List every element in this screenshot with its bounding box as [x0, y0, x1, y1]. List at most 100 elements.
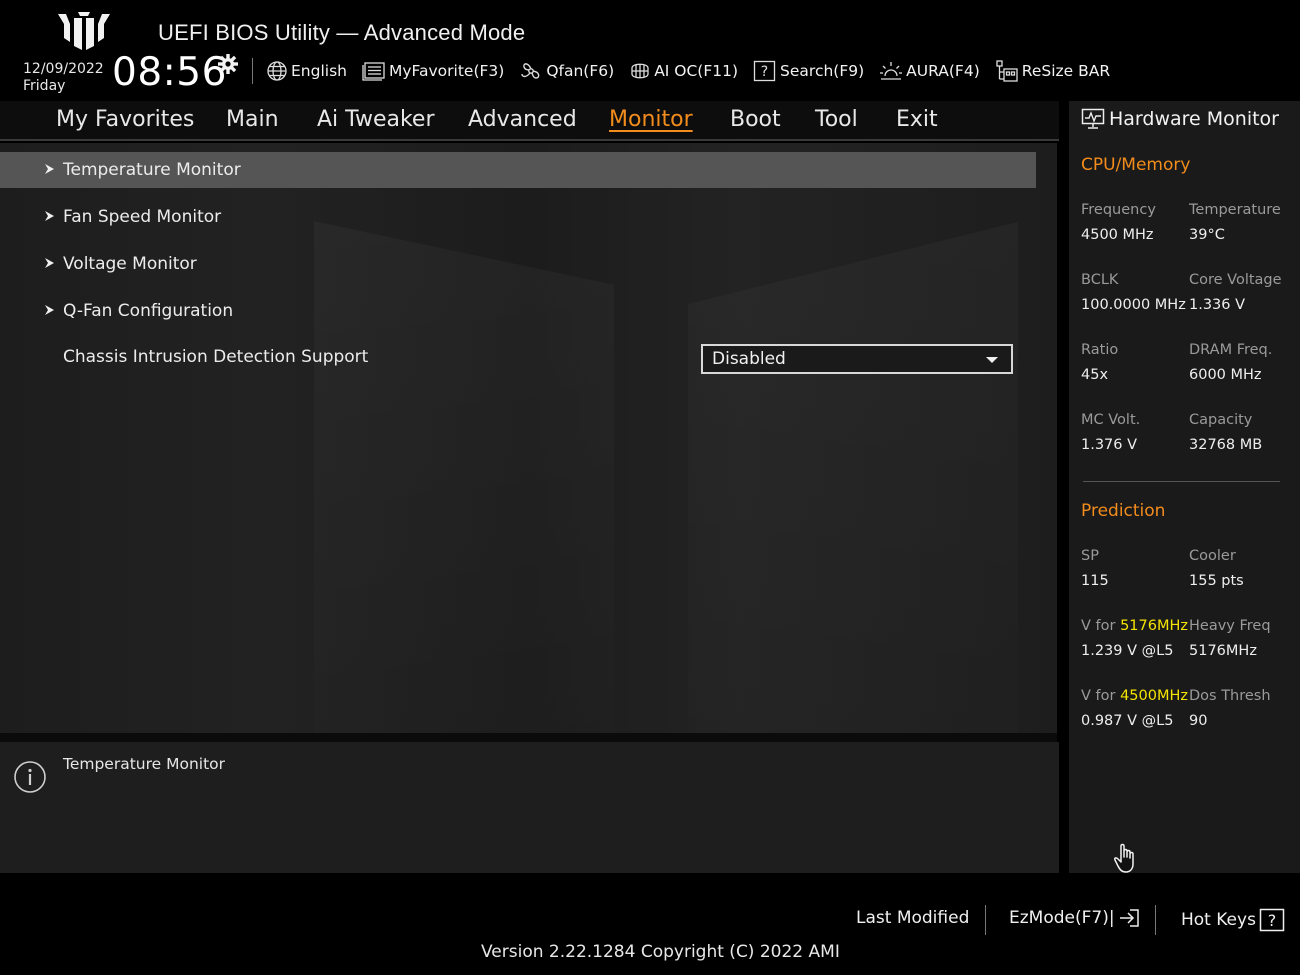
sp-value: 115: [1081, 573, 1109, 589]
menu-item-label: Voltage Monitor: [63, 254, 197, 274]
myfavorite-label: MyFavorite(F3): [388, 62, 505, 80]
favorite-list-icon: [362, 62, 385, 81]
mc-volt-label: MC Volt.: [1081, 412, 1141, 428]
language-button[interactable]: English: [266, 60, 347, 82]
menu-item-voltage-monitor[interactable]: Voltage Monitor: [0, 246, 1036, 282]
v-for-prefix: V for: [1081, 618, 1116, 634]
hot-keys-label: Hot Keys: [1181, 910, 1256, 930]
last-modified-button[interactable]: Last Modified: [856, 908, 969, 928]
date-display: 12/09/2022 Friday: [23, 61, 104, 95]
bclk-label: BCLK: [1081, 272, 1119, 288]
clock-time: 08:56: [112, 50, 227, 95]
help-divider: [0, 733, 1057, 742]
ai-oc-label: AI OC(F11): [654, 62, 739, 80]
svg-text:?: ?: [1268, 911, 1277, 930]
submenu-arrow-icon: [45, 211, 54, 221]
qfan-button[interactable]: Qfan(F6): [519, 59, 614, 83]
resize-bar-button[interactable]: ReSize BAR: [995, 59, 1110, 83]
dram-freq-value: 6000 MHz: [1189, 367, 1262, 383]
hot-keys-button[interactable]: Hot Keys ?: [1181, 908, 1285, 932]
dram-freq-label: DRAM Freq.: [1189, 342, 1273, 358]
svg-text:?: ?: [761, 64, 768, 80]
ratio-value: 45x: [1081, 367, 1109, 383]
v-for-prefix: V for: [1081, 688, 1116, 704]
prediction-heading: Prediction: [1081, 501, 1166, 521]
hand-pointer-cursor-icon: [1114, 843, 1134, 873]
tab-exit[interactable]: Exit: [896, 107, 938, 132]
clock-settings-gear-icon[interactable]: [217, 53, 239, 75]
submenu-arrow-icon: [45, 164, 54, 174]
monitor-screen-icon: [1081, 108, 1105, 129]
help-description: Temperature Monitor: [63, 755, 226, 773]
heavy-freq-label: Heavy Freq: [1189, 618, 1271, 634]
page-title: UEFI BIOS Utility — Advanced Mode: [158, 20, 526, 45]
top-toolbar: English MyFavorite(F3) Qfan(F6) AI OC(F1…: [266, 58, 1110, 84]
search-button[interactable]: ? Search(F9): [753, 60, 864, 82]
cooler-value: 155 pts: [1189, 573, 1244, 589]
cooler-label: Cooler: [1189, 548, 1236, 564]
main-tab-bar: My Favorites Main Ai Tweaker Advanced Mo…: [0, 101, 1059, 141]
myfavorite-button[interactable]: MyFavorite(F3): [362, 61, 504, 81]
v-for-2-value: 0.987 V @L5: [1081, 713, 1174, 729]
ratio-label: Ratio: [1081, 342, 1119, 358]
tab-ai-tweaker[interactable]: Ai Tweaker: [317, 107, 435, 132]
aura-icon: [880, 62, 903, 80]
resize-bar-icon: [996, 60, 1018, 82]
hardware-monitor-title-text: Hardware Monitor: [1109, 108, 1279, 130]
v-for-2-frequency: 4500MHz: [1120, 688, 1189, 704]
help-question-icon: ?: [1259, 908, 1285, 932]
info-icon: [14, 761, 46, 793]
menu-item-temperature-monitor[interactable]: Temperature Monitor: [0, 152, 1036, 188]
menu-item-q-fan-configuration[interactable]: Q-Fan Configuration: [0, 293, 1036, 329]
monitor-settings-panel: Temperature Monitor Fan Speed Monitor Vo…: [0, 143, 1057, 733]
aura-label: AURA(F4): [906, 62, 980, 80]
tab-monitor[interactable]: Monitor: [609, 107, 693, 132]
qfan-label: Qfan(F6): [546, 62, 615, 80]
dos-thresh-label: Dos Thresh: [1189, 688, 1271, 704]
tab-tool[interactable]: Tool: [815, 107, 858, 132]
menu-item-fan-speed-monitor[interactable]: Fan Speed Monitor: [0, 199, 1036, 235]
tab-boot[interactable]: Boot: [730, 107, 781, 132]
ai-oc-button[interactable]: AI OC(F11): [629, 60, 738, 82]
tab-my-favorites[interactable]: My Favorites: [56, 107, 194, 132]
tab-advanced[interactable]: Advanced: [468, 107, 577, 132]
hardware-monitor-panel: Hardware Monitor CPU/Memory Frequency Te…: [1069, 101, 1300, 873]
frequency-value: 4500 MHz: [1081, 227, 1154, 243]
ezmode-label: EzMode(F7)|: [1009, 908, 1115, 928]
temperature-label: Temperature: [1189, 202, 1281, 218]
submenu-arrow-icon: [45, 305, 54, 315]
footer-divider: [985, 905, 986, 935]
core-voltage-label: Core Voltage: [1189, 272, 1282, 288]
help-panel: Temperature Monitor: [0, 742, 1059, 873]
sp-label: SP: [1081, 548, 1099, 564]
v-for-1-value: 1.239 V @L5: [1081, 643, 1174, 659]
core-voltage-value: 1.336 V: [1189, 297, 1246, 313]
fan-icon: [521, 63, 540, 79]
capacity-value: 32768 MB: [1189, 437, 1263, 453]
header-bar: UEFI BIOS Utility — Advanced Mode 12/09/…: [0, 0, 1300, 102]
globe-icon: [267, 61, 287, 81]
cpu-memory-heading: CPU/Memory: [1081, 155, 1191, 175]
tuf-logo-icon: [58, 12, 110, 50]
resize-bar-label: ReSize BAR: [1021, 62, 1111, 80]
search-label: Search(F9): [780, 62, 865, 80]
v-for-2-label: V for 4500MHz: [1081, 688, 1188, 704]
tab-main[interactable]: Main: [226, 107, 279, 132]
chassis-intrusion-select[interactable]: Disabled: [701, 344, 1013, 374]
ai-oc-icon: [631, 63, 649, 79]
header-divider: [252, 58, 253, 84]
submenu-arrow-icon: [45, 258, 54, 268]
hardware-monitor-title: Hardware Monitor: [1081, 108, 1279, 130]
bclk-value: 100.0000 MHz: [1081, 297, 1186, 313]
ezmode-button[interactable]: EzMode(F7)|: [1009, 908, 1140, 928]
chevron-down-icon: [986, 357, 998, 363]
section-divider: [1083, 481, 1280, 482]
date-text: 12/09/2022: [23, 61, 104, 77]
v-for-1-label: V for 5176MHz: [1081, 618, 1188, 634]
capacity-label: Capacity: [1189, 412, 1253, 428]
footer-bar: Last Modified EzMode(F7)| Hot Keys ? Ver…: [0, 873, 1300, 975]
aura-button[interactable]: AURA(F4): [879, 60, 980, 82]
version-text: Version 2.22.1284 Copyright (C) 2022 AMI: [481, 942, 840, 962]
footer-divider: [1155, 905, 1156, 935]
select-value: Disabled: [712, 349, 786, 369]
